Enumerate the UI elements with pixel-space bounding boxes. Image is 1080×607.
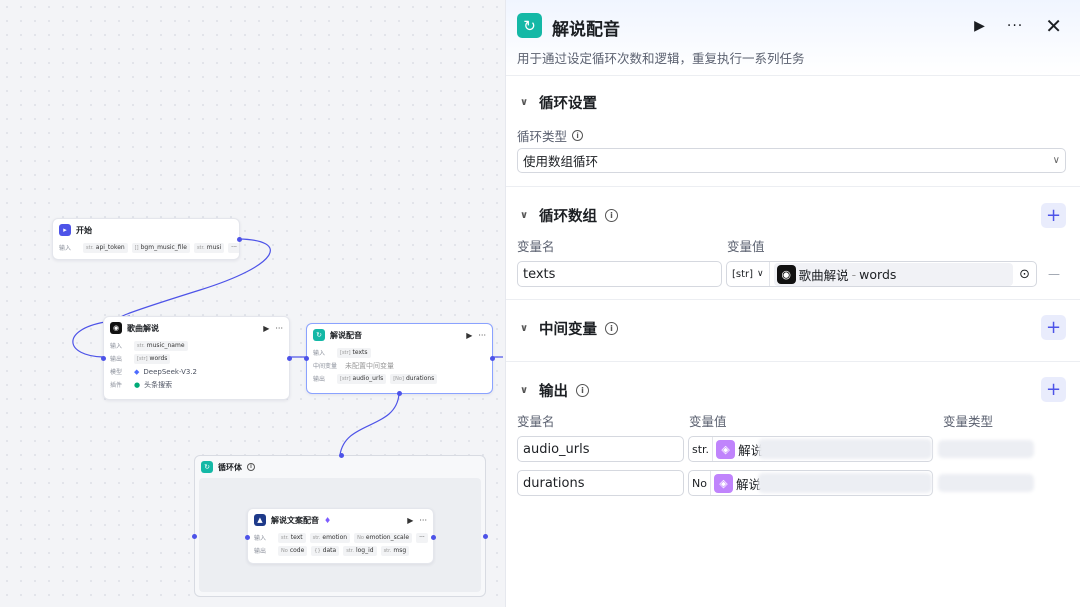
loop-settings-section: ∨ 循环设置 循环类型 i 使用数组循环 ∨ [506, 76, 1080, 187]
panel-description[interactable]: 用于通过设定循环次数和逻辑，重复执行一系列任务 [517, 48, 805, 67]
node-title: 开始 [76, 225, 92, 235]
variable-reference[interactable]: ◈ 解说 [716, 439, 763, 459]
chevron-down-icon: ∨ [1052, 155, 1060, 166]
input-port[interactable] [304, 356, 309, 361]
deepseek-icon: ◆ [134, 367, 140, 376]
array-name-input[interactable]: texts [517, 261, 722, 287]
more-tag[interactable]: ··· [228, 242, 239, 253]
loop-output-port[interactable] [483, 534, 488, 539]
start-icon: ▸ [59, 224, 71, 236]
blurred-area [758, 439, 932, 459]
output-name-input[interactable]: audio_urls [517, 436, 684, 462]
run-icon[interactable]: ▶ [263, 324, 269, 333]
input-port[interactable] [245, 535, 250, 540]
output-port[interactable] [490, 356, 495, 361]
doubao-icon: ◉ [110, 322, 122, 334]
param-tag: str. api_token [83, 242, 128, 253]
output-section: ∨ 输出 i + 变量名 变量值 变量类型 audio_urls str. ◈ 解说 … [506, 362, 1080, 607]
output-port[interactable] [237, 237, 242, 242]
loop-icon: ↻ [517, 13, 542, 38]
premium-icon: ♦ [324, 515, 332, 525]
workflow-canvas[interactable]: ▸ 开始 输入 str. api_token [] bgm_music_file st… [0, 0, 505, 607]
variable-reference[interactable]: ◉ 歌曲解说 - words [773, 262, 1014, 286]
info-icon[interactable]: i [605, 209, 618, 222]
info-icon[interactable]: i [247, 463, 255, 471]
panel-header: ↻ 解说配音 ▶ ··· ✕ 用于通过设定循环次数和逻辑，重复执行一系列任务 [506, 0, 1080, 76]
loop-icon: ↻ [201, 461, 213, 473]
section-header[interactable]: ∨ 中间变量 i [517, 318, 618, 339]
more-icon[interactable]: ··· [1007, 18, 1023, 34]
node-config-panel: ↻ 解说配音 ▶ ··· ✕ 用于通过设定循环次数和逻辑，重复执行一系列任务 ∨… [505, 0, 1080, 607]
plugin-icon: ● [134, 380, 141, 389]
loop-type-select[interactable]: 使用数组循环 ∨ [517, 148, 1066, 173]
run-icon[interactable]: ▶ [974, 18, 985, 34]
loop-top-port[interactable] [339, 453, 344, 458]
section-header[interactable]: ∨ 输出 i [517, 380, 589, 401]
chevron-down-icon[interactable]: ∨ [517, 385, 531, 396]
add-intermediate-button[interactable]: + [1041, 315, 1066, 340]
array-value-selector[interactable]: [str] ∨ ◉ 歌曲解说 - words ⊙ [726, 261, 1037, 287]
chevron-down-icon[interactable]: ∨ [517, 323, 531, 334]
run-icon[interactable]: ▶ [407, 516, 413, 525]
output-port[interactable] [431, 535, 436, 540]
param-tag: [] bgm_music_file [131, 242, 190, 253]
variable-reference[interactable]: ◈ 解说 [713, 473, 761, 493]
more-icon[interactable]: ··· [419, 516, 427, 525]
loop-type-label: 循环类型 i [517, 126, 584, 145]
info-icon[interactable]: i [572, 130, 584, 141]
more-tag[interactable]: ··· [416, 532, 428, 543]
more-icon[interactable]: ··· [275, 324, 283, 333]
blurred-area [758, 473, 932, 493]
input-port[interactable] [101, 356, 106, 361]
more-icon[interactable]: ··· [478, 331, 486, 340]
cube-icon: ◈ [713, 473, 733, 493]
loop-input-port[interactable] [192, 534, 197, 539]
remove-row-button[interactable]: — [1048, 267, 1060, 281]
cube-icon: ◈ [716, 439, 736, 459]
start-node[interactable]: ▸ 开始 输入 str. api_token [] bgm_music_file st… [52, 218, 242, 260]
close-icon[interactable]: ✕ [1045, 14, 1062, 38]
doubao-icon: ◉ [776, 264, 796, 284]
add-output-button[interactable]: + [1041, 377, 1066, 402]
loop-port[interactable] [397, 391, 402, 396]
tts-plugin-icon: ▲ [254, 514, 266, 526]
target-icon[interactable]: ⊙ [1013, 267, 1036, 282]
type-select[interactable]: [str] ∨ [727, 262, 770, 286]
tts-node[interactable]: ▲ 解说文案配音 ♦ ▶ ··· 输入 str. text str. emotion No… [245, 508, 436, 564]
section-header[interactable]: ∨ 循环设置 [517, 92, 597, 113]
chevron-down-icon: ∨ [757, 269, 764, 279]
param-tag: str. musi [193, 242, 225, 253]
section-header[interactable]: ∨ 循环数组 i [517, 205, 618, 226]
loop-array-section: ∨ 循环数组 i + 变量名 变量值 texts [str] ∨ ◉ 歌曲解说 - wor… [506, 187, 1080, 300]
chevron-down-icon[interactable]: ∨ [517, 210, 531, 221]
output-port[interactable] [287, 356, 292, 361]
chevron-down-icon[interactable]: ∨ [517, 97, 531, 108]
info-icon[interactable]: i [576, 384, 589, 397]
run-icon[interactable]: ▶ [466, 331, 472, 340]
add-array-button[interactable]: + [1041, 203, 1066, 228]
intermediate-section: ∨ 中间变量 i + [506, 300, 1080, 362]
panel-title[interactable]: 解说配音 [552, 15, 620, 40]
loop-icon: ↻ [313, 329, 325, 341]
song-explain-node[interactable]: ◉ 歌曲解说 ▶ ··· 输入 str. music_name 输出 [str] words… [101, 316, 292, 400]
output-name-input[interactable]: durations [517, 470, 684, 496]
dub-loop-node[interactable]: ↻ 解说配音 ▶ ··· 输入 [str] texts 中间变量 未配置中间变量 输出 [s… [304, 323, 495, 396]
blurred-type [938, 440, 1034, 458]
info-icon[interactable]: i [605, 322, 618, 335]
blurred-type [938, 474, 1034, 492]
